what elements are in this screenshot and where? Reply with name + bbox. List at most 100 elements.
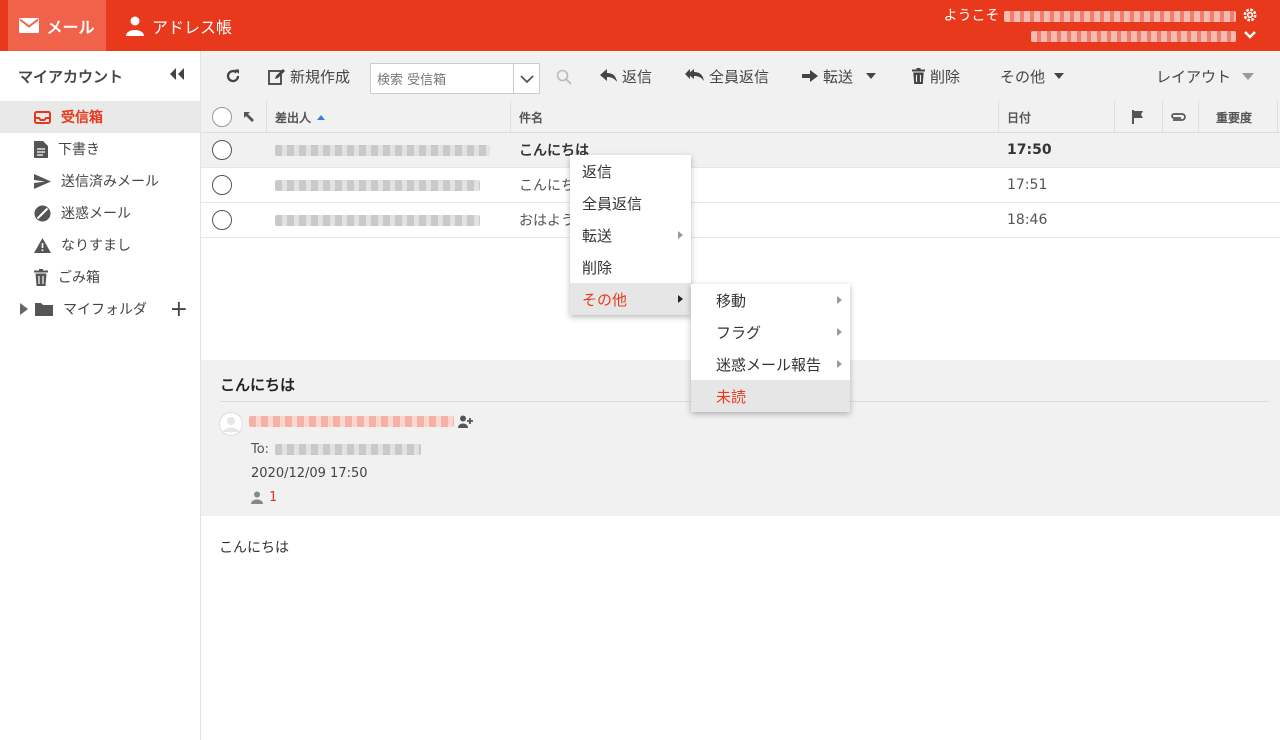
row-select-checkbox[interactable]: [212, 133, 232, 167]
caret-down-icon: [1054, 73, 1065, 79]
importance-column-header[interactable]: 重要度: [1216, 101, 1252, 133]
submenu-arrow-icon: [837, 360, 842, 368]
person-icon: [251, 491, 263, 504]
address-book-label: アドレス帳: [152, 17, 233, 37]
address-book-tab[interactable]: アドレス帳: [126, 0, 232, 51]
menu-item-reply-all[interactable]: 全員返信: [570, 187, 691, 219]
submenu-arrow-icon: [837, 296, 842, 304]
sidebar-item-label: 下書き: [58, 142, 100, 158]
submenu-arrow-icon: [837, 328, 842, 336]
menu-item-label: フラグ: [716, 323, 762, 342]
date-column-header[interactable]: 日付: [1007, 101, 1031, 133]
menu-item-label: 返信: [582, 162, 613, 181]
layout-button[interactable]: レイアウト: [1156, 66, 1255, 87]
sidebar-item-label: 迷惑メール: [61, 206, 131, 222]
row-select-checkbox[interactable]: [212, 168, 232, 202]
chevron-down-icon[interactable]: [1242, 27, 1258, 43]
menu-item-flag[interactable]: フラグ: [691, 316, 850, 348]
reply-icon: [600, 69, 617, 82]
submenu-arrow-icon: [678, 295, 683, 303]
caret-down-icon: [1242, 72, 1255, 80]
table-row[interactable]: こんにち 17:51: [201, 168, 1280, 203]
menu-item-forward[interactable]: 転送: [570, 219, 691, 251]
flag-column-header[interactable]: [1132, 101, 1144, 133]
menu-item-label: 迷惑メール報告: [716, 355, 822, 374]
add-contact-icon[interactable]: [458, 415, 473, 428]
search-options-button[interactable]: [513, 64, 539, 93]
send-icon: [34, 173, 51, 189]
more-button[interactable]: その他: [1000, 66, 1065, 87]
menu-item-label: 転送: [582, 226, 613, 245]
avatar: [219, 412, 243, 436]
caret-right-icon[interactable]: [20, 303, 29, 315]
inbox-icon: [34, 110, 51, 124]
compose-icon: [268, 68, 285, 85]
preview-date: 2020/12/09 17:50: [251, 466, 368, 481]
block-icon: [34, 205, 51, 221]
menu-item-reply[interactable]: 返信: [570, 155, 691, 187]
sender-address-redacted: [249, 416, 454, 427]
sort-asc-icon: [317, 114, 326, 120]
from-column-header[interactable]: 差出人: [275, 101, 326, 133]
recipient-count-value: 1: [269, 490, 278, 505]
mail-tab-label: メール: [46, 17, 95, 37]
preview-to: To:: [251, 442, 422, 457]
thread-icon: [244, 112, 254, 122]
new-message-button[interactable]: 新規作成: [268, 66, 350, 87]
delete-button[interactable]: 削除: [912, 66, 960, 87]
reply-all-button[interactable]: 全員返信: [685, 66, 769, 87]
collapse-icon[interactable]: [168, 67, 186, 81]
add-folder-button[interactable]: +: [170, 297, 188, 322]
sidebar-item-spoofing[interactable]: なりすまし: [0, 229, 200, 261]
search-input[interactable]: 検索 受信箱: [370, 63, 540, 94]
menu-item-delete[interactable]: 削除: [570, 251, 691, 283]
menu-item-mark-unread[interactable]: 未読: [691, 380, 850, 412]
refresh-button[interactable]: [225, 68, 241, 84]
sidebar-header: マイアカウント: [0, 51, 200, 101]
submenu-arrow-icon: [678, 231, 683, 239]
sidebar-item-spam[interactable]: 迷惑メール: [0, 197, 200, 229]
table-row[interactable]: おはよう 18:46: [201, 203, 1280, 238]
gear-icon[interactable]: [1242, 7, 1258, 23]
menu-item-report-spam[interactable]: 迷惑メール報告: [691, 348, 850, 380]
sidebar-item-label: 送信済みメール: [61, 174, 159, 190]
row-date: 17:51: [1007, 177, 1048, 193]
sidebar-item-sent[interactable]: 送信済みメール: [0, 165, 200, 197]
reply-button[interactable]: 返信: [600, 66, 652, 87]
row-sender: [275, 133, 490, 167]
flag-icon: [1132, 110, 1143, 124]
preview-sender[interactable]: [249, 415, 473, 428]
menu-item-label: 削除: [582, 258, 613, 277]
forward-icon: [802, 70, 818, 82]
subject-column-header[interactable]: 件名: [519, 101, 543, 133]
select-all-checkbox[interactable]: [212, 101, 232, 133]
sidebar-item-drafts[interactable]: 下書き: [0, 133, 200, 165]
date-column-label: 日付: [1007, 110, 1032, 125]
thread-column-header[interactable]: [243, 101, 255, 133]
delete-label: 削除: [930, 67, 961, 86]
sidebar-item-inbox[interactable]: 受信箱: [0, 101, 200, 133]
to-label: To:: [251, 442, 270, 457]
row-select-checkbox[interactable]: [212, 203, 232, 237]
sidebar-item-my-folders[interactable]: マイフォルダ +: [0, 293, 200, 325]
sidebar-item-trash[interactable]: ごみ箱: [0, 261, 200, 293]
search-icon[interactable]: [556, 69, 572, 85]
table-row[interactable]: こんにちは 17:50: [201, 133, 1280, 168]
attachment-column-header[interactable]: [1170, 101, 1186, 133]
envelope-icon: [19, 18, 40, 33]
user-info: ようこそ: [944, 6, 1258, 46]
menu-item-move[interactable]: 移動: [691, 284, 850, 316]
sidebar-item-label: なりすまし: [61, 238, 131, 254]
reply-all-icon: [685, 69, 704, 81]
mail-tab[interactable]: メール: [8, 0, 106, 51]
recipient-count[interactable]: 1: [251, 490, 277, 505]
sidebar-item-label: マイフォルダ: [63, 302, 147, 318]
sidebar: マイアカウント 受信箱 下書き 送信済みメール 迷惑メール なりすまし ごみ箱 …: [0, 51, 201, 740]
menu-item-label: 全員返信: [582, 194, 643, 213]
recipient-address-redacted: [275, 444, 422, 455]
subject-column-label: 件名: [519, 110, 544, 125]
forward-button[interactable]: 転送: [802, 66, 877, 87]
sidebar-title: マイアカウント: [18, 67, 124, 86]
menu-item-more[interactable]: その他: [570, 283, 691, 315]
caret-down-icon: [866, 73, 877, 79]
